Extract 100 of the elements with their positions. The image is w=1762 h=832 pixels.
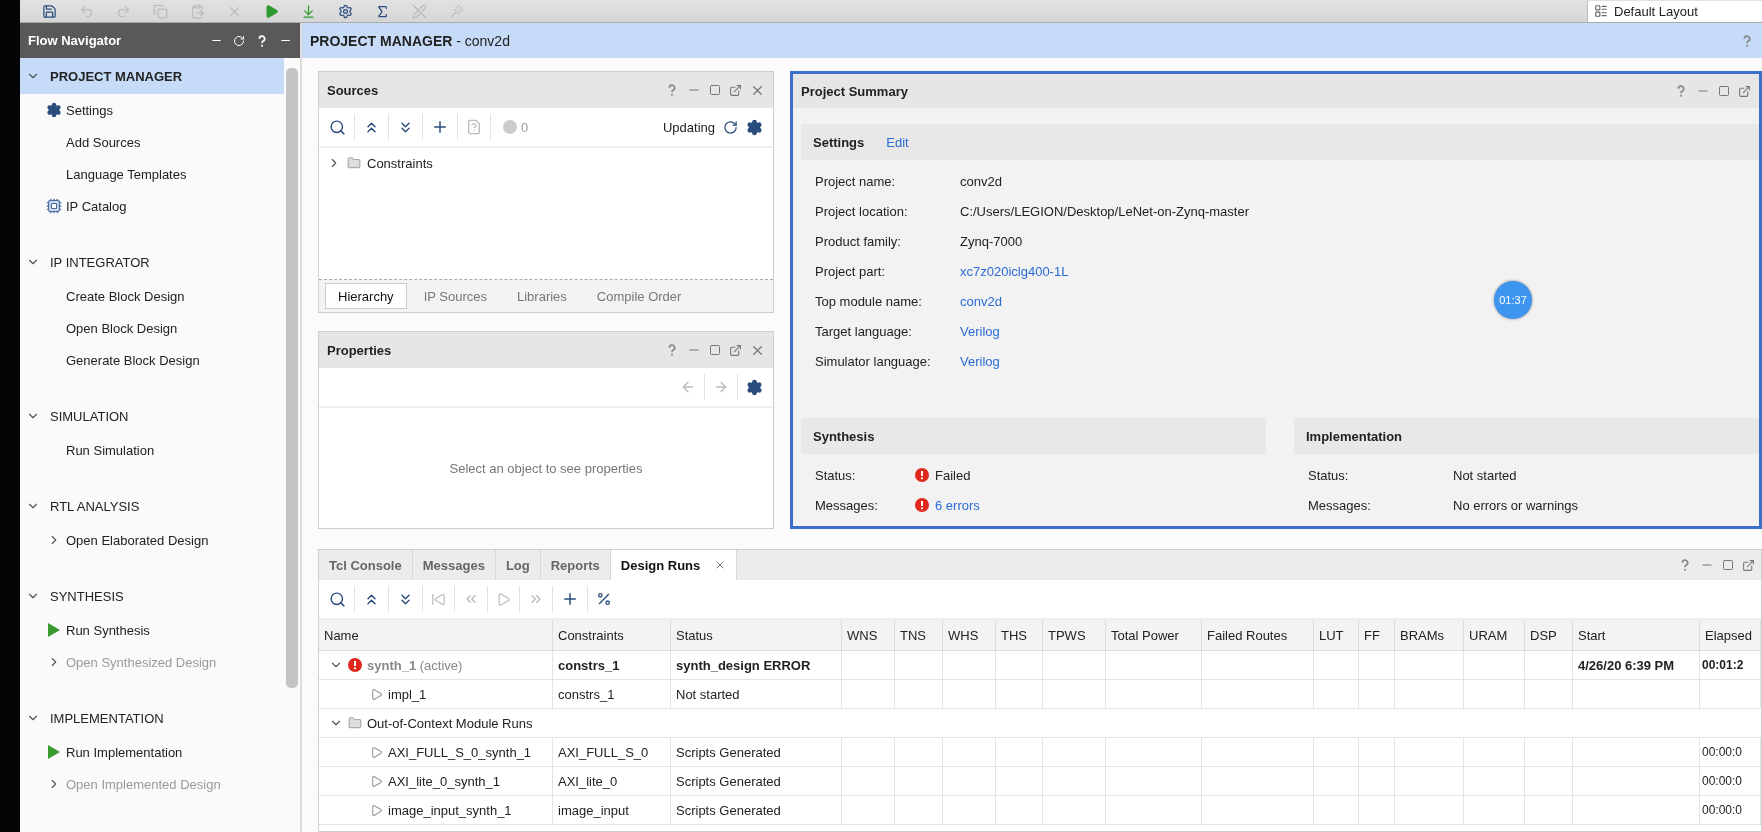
nav-item[interactable]: IP Catalog xyxy=(20,190,284,222)
column-header[interactable]: Start xyxy=(1573,620,1700,651)
forward-icon[interactable] xyxy=(713,379,729,395)
nav-item[interactable]: Run Implementation xyxy=(20,736,284,768)
settings-icon[interactable] xyxy=(338,3,353,19)
column-header[interactable]: LUT xyxy=(1314,620,1359,651)
run-name-cell[interactable]: AXI_lite_0_synth_1 xyxy=(319,767,553,796)
nav-section-header[interactable]: SIMULATION xyxy=(20,398,284,434)
maximize-icon[interactable] xyxy=(709,84,721,96)
column-header[interactable]: THS xyxy=(996,620,1043,651)
sources-tab[interactable]: Libraries xyxy=(504,283,580,309)
download-icon[interactable] xyxy=(301,3,316,19)
table-cell xyxy=(1700,680,1761,709)
field-value: Zynq-7000 xyxy=(960,233,1023,249)
table-cell: AXI_lite_0 xyxy=(553,767,671,796)
column-header[interactable]: Name xyxy=(319,620,553,651)
table-cell xyxy=(895,738,943,767)
console-tab[interactable]: Reports xyxy=(540,550,611,580)
column-header[interactable]: WNS xyxy=(842,620,895,651)
table-cell: 4/26/20 6:39 PM xyxy=(1573,651,1700,680)
search-icon[interactable] xyxy=(329,118,346,136)
column-header[interactable]: Total Power xyxy=(1106,620,1202,651)
sigma-icon[interactable] xyxy=(375,3,390,19)
run-name-cell[interactable]: impl_1 xyxy=(319,680,553,709)
field-link[interactable]: 6 errors xyxy=(935,497,980,513)
column-header[interactable]: Constraints xyxy=(553,620,671,651)
column-header[interactable]: Status xyxy=(671,620,842,651)
nav-item[interactable]: Add Sources xyxy=(20,126,284,158)
sources-tab[interactable]: Hierarchy xyxy=(325,283,407,309)
console-tab[interactable]: Messages xyxy=(412,550,496,580)
first-icon[interactable] xyxy=(431,591,446,607)
console-tab[interactable]: Log xyxy=(495,550,541,580)
column-header[interactable]: BRAMs xyxy=(1395,620,1464,651)
table-cell xyxy=(996,767,1043,796)
nav-section-header[interactable]: IMPLEMENTATION xyxy=(20,700,284,736)
add-icon[interactable] xyxy=(431,118,449,136)
run-name-cell[interactable]: AXI_FULL_S_0_synth_1 xyxy=(319,738,553,767)
console-tab[interactable]: Design Runs xyxy=(610,550,738,580)
back-icon[interactable] xyxy=(680,379,696,395)
table-cell: Scripts Generated xyxy=(671,796,842,825)
nav-section-header[interactable]: SYNTHESIS xyxy=(20,578,284,614)
table-cell xyxy=(1464,796,1525,825)
save-icon[interactable] xyxy=(42,3,57,19)
nav-item[interactable]: Settings xyxy=(20,94,284,126)
column-header[interactable]: Elapsed xyxy=(1700,620,1761,651)
nav-item[interactable]: Create Block Design xyxy=(20,280,284,312)
settings-icon[interactable] xyxy=(746,118,763,136)
field-label: Project location: xyxy=(815,203,909,219)
percent-icon[interactable] xyxy=(596,591,612,607)
table-cell xyxy=(895,796,943,825)
maximize-icon[interactable] xyxy=(1718,85,1730,97)
column-header[interactable]: DSP xyxy=(1525,620,1573,651)
float-icon[interactable] xyxy=(1742,558,1755,572)
float-icon[interactable] xyxy=(729,83,742,97)
table-cell xyxy=(1043,796,1106,825)
field-link[interactable]: Verilog xyxy=(960,353,1000,369)
maximize-icon[interactable] xyxy=(1722,559,1734,571)
nav-item[interactable]: Run Synthesis xyxy=(20,614,284,646)
nav-section-header[interactable]: PROJECT MANAGER xyxy=(20,58,284,94)
nav-section-header[interactable]: IP INTEGRATOR xyxy=(20,244,284,280)
table-cell: AXI_FULL_S_0 xyxy=(553,738,671,767)
group-row[interactable]: Out-of-Context Module Runs xyxy=(319,709,1761,738)
sources-tab[interactable]: Compile Order xyxy=(583,283,695,309)
tree-label: Constraints xyxy=(367,155,433,171)
maximize-icon[interactable] xyxy=(709,344,721,356)
header-title: PROJECT MANAGER - conv2d xyxy=(310,32,510,49)
column-header[interactable]: Failed Routes xyxy=(1202,620,1314,651)
run-name-cell[interactable]: synth_1 (active) xyxy=(319,651,553,680)
tree-item[interactable]: Constraints xyxy=(327,152,765,174)
run-icon[interactable] xyxy=(264,3,279,19)
nav-item[interactable]: Open Elaborated Design xyxy=(20,524,284,556)
nav-section-header[interactable]: RTL ANALYSIS xyxy=(20,488,284,524)
column-header[interactable]: TPWS xyxy=(1043,620,1106,651)
settings-icon[interactable] xyxy=(746,378,763,396)
edit-link[interactable]: Edit xyxy=(886,134,909,150)
column-header[interactable]: TNS xyxy=(895,620,943,651)
table-cell xyxy=(996,680,1043,709)
column-header[interactable]: URAM xyxy=(1464,620,1525,651)
error-icon xyxy=(915,498,929,512)
column-header[interactable]: FF xyxy=(1359,620,1395,651)
field-link[interactable]: conv2d xyxy=(960,293,1002,309)
console-tab[interactable]: Tcl Console xyxy=(319,550,413,580)
float-icon[interactable] xyxy=(729,343,742,357)
nav-item[interactable]: Open Block Design xyxy=(20,312,284,344)
column-header[interactable]: WHS xyxy=(943,620,996,651)
file-question-icon[interactable] xyxy=(466,119,482,135)
search-icon[interactable] xyxy=(329,590,346,608)
layout-dropdown[interactable]: Default Layout xyxy=(1587,0,1762,22)
add-icon[interactable] xyxy=(561,590,579,608)
play-icon[interactable] xyxy=(496,591,511,607)
nav-item[interactable]: Run Simulation xyxy=(20,434,284,466)
float-icon[interactable] xyxy=(1738,84,1751,98)
nav-item[interactable]: Generate Block Design xyxy=(20,344,284,376)
nav-item[interactable]: Language Templates xyxy=(20,158,284,190)
field-label: Target language: xyxy=(815,323,913,339)
scrollbar-thumb[interactable] xyxy=(286,68,298,688)
run-name-cell[interactable]: image_input_synth_1 xyxy=(319,796,553,825)
sources-tab[interactable]: IP Sources xyxy=(410,283,500,309)
field-link[interactable]: xc7z020iclg400-1L xyxy=(960,263,1069,279)
field-link[interactable]: Verilog xyxy=(960,323,1000,339)
